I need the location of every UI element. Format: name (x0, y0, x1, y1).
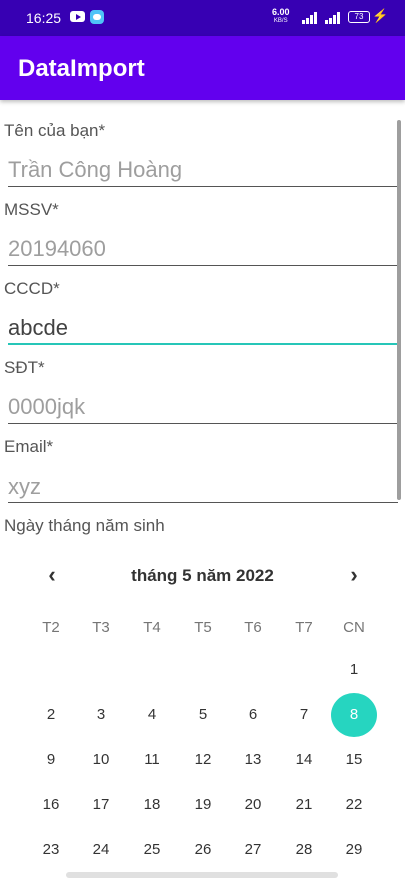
student-id-input[interactable] (8, 232, 396, 266)
calendar-day[interactable]: 19 (180, 783, 226, 827)
dob-label: Ngày tháng năm sinh (4, 516, 165, 535)
signal-icon (302, 12, 320, 24)
weekday-label: T2 (42, 619, 60, 636)
weekday-label: CN (343, 619, 365, 636)
calendar-day[interactable]: 26 (180, 828, 226, 872)
network-speed: 6.00 KB/S (272, 7, 290, 25)
weekday-label: T3 (92, 619, 110, 636)
calendar-day[interactable]: 10 (78, 738, 124, 782)
email-underline (8, 502, 398, 503)
weekday-label: T7 (295, 619, 313, 636)
calendar-day[interactable]: 13 (230, 738, 276, 782)
calendar-day[interactable]: 17 (78, 783, 124, 827)
charging-icon: ⚡ (372, 8, 389, 23)
youtube-icon (70, 11, 85, 22)
phone-label: SĐT* (4, 358, 45, 377)
weekday-label: T4 (143, 619, 161, 636)
next-month-icon[interactable]: › (338, 560, 370, 592)
status-bar: 16:25 6.00 KB/S 73 ⚡ (0, 0, 405, 36)
weekday-label: T6 (244, 619, 262, 636)
name-input[interactable] (8, 153, 396, 187)
email-input[interactable] (8, 470, 396, 504)
calendar-day[interactable]: 7 (281, 693, 327, 737)
calendar-day-selected[interactable]: 8 (331, 693, 377, 737)
calendar-day[interactable]: 14 (281, 738, 327, 782)
bottom-scroll-indicator (66, 872, 338, 878)
prev-month-icon[interactable]: ‹ (36, 560, 68, 592)
app-title: DataImport (18, 55, 145, 82)
calendar-day[interactable]: 5 (180, 693, 226, 737)
citizen-id-label: CCCD* (4, 279, 60, 298)
signal-icon-2 (325, 12, 343, 24)
calendar-day[interactable]: 27 (230, 828, 276, 872)
calendar-day[interactable]: 2 (28, 693, 74, 737)
weekday-label: T5 (194, 619, 212, 636)
name-label: Tên của bạn* (4, 121, 106, 140)
battery-icon: 73 (348, 11, 370, 23)
calendar-day[interactable]: 24 (78, 828, 124, 872)
calendar-day[interactable]: 12 (180, 738, 226, 782)
calendar-day[interactable]: 29 (331, 828, 377, 872)
messenger-icon (90, 10, 104, 24)
calendar-day[interactable]: 21 (281, 783, 327, 827)
student-id-underline (8, 265, 398, 266)
status-time: 16:25 (26, 10, 62, 26)
calendar-day[interactable]: 6 (230, 693, 276, 737)
calendar-day[interactable]: 22 (331, 783, 377, 827)
app-bar: DataImport (0, 36, 405, 100)
citizen-id-input[interactable] (8, 311, 396, 345)
name-underline (8, 186, 398, 187)
calendar-day[interactable]: 18 (129, 783, 175, 827)
calendar-day[interactable]: 16 (28, 783, 74, 827)
citizen-id-underline (8, 343, 398, 345)
calendar-day[interactable]: 3 (78, 693, 124, 737)
calendar-day[interactable]: 9 (28, 738, 74, 782)
student-id-label: MSSV* (4, 200, 59, 219)
calendar-day[interactable]: 25 (129, 828, 175, 872)
calendar-day[interactable]: 23 (28, 828, 74, 872)
phone-underline (8, 423, 398, 424)
calendar-month-label: tháng 5 năm 2022 (131, 566, 274, 585)
calendar-day[interactable]: 28 (281, 828, 327, 872)
calendar-header: ‹ tháng 5 năm 2022 › (0, 560, 405, 592)
calendar-day[interactable]: 4 (129, 693, 175, 737)
scrollbar[interactable] (397, 120, 401, 500)
calendar-day[interactable]: 20 (230, 783, 276, 827)
phone-input[interactable] (8, 390, 396, 424)
calendar-day[interactable]: 11 (129, 738, 175, 782)
calendar-day[interactable]: 15 (331, 738, 377, 782)
calendar-day[interactable]: 1 (331, 648, 377, 692)
email-label: Email* (4, 437, 54, 456)
